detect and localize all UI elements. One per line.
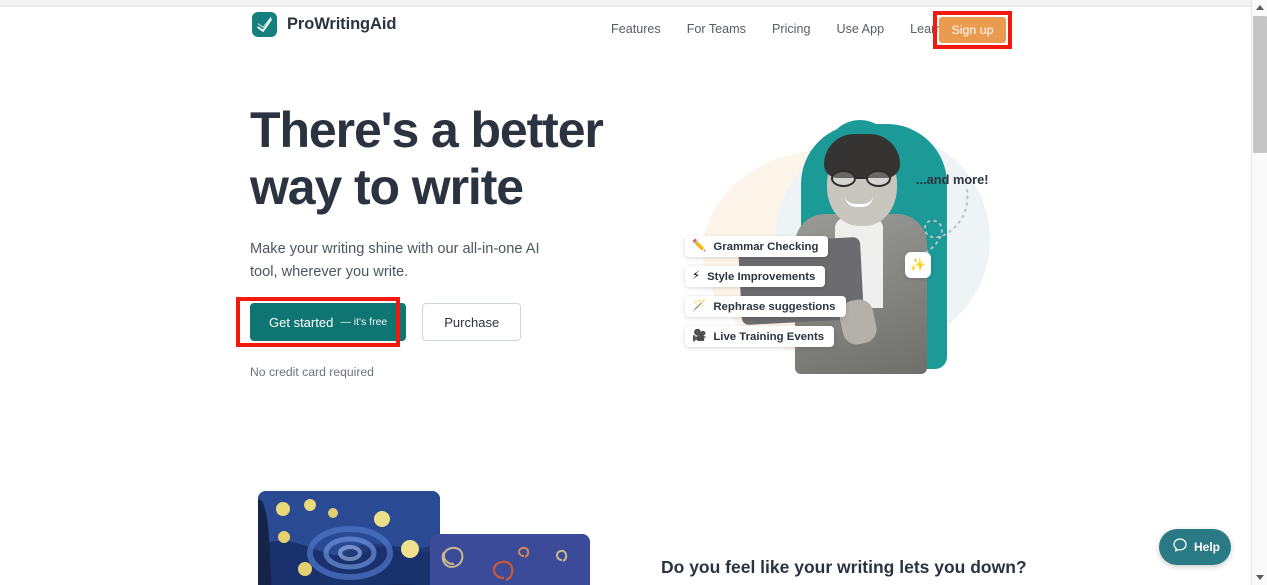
pencil-icon: ✏️ — [692, 239, 707, 252]
magic-wand-icon: 🪄 — [692, 299, 707, 312]
scrollbar-thumb[interactable] — [1253, 16, 1267, 153]
hero-illustration: ✏️ Grammar Checking ⚡ Style Improvements… — [655, 112, 1005, 377]
video-camera-icon: 🎥 — [692, 329, 707, 342]
nav-link-use-app[interactable]: Use App — [823, 17, 897, 42]
hero-copy: There's a better way to write Make your … — [250, 102, 610, 284]
page-title: There's a better way to write — [250, 102, 604, 215]
feature-pill-live-training-events: 🎥 Live Training Events — [685, 326, 835, 347]
starry-night-painting — [258, 491, 440, 585]
nav-link-features[interactable]: Features — [598, 17, 674, 42]
page-root: ProWritingAid Features For Teams Pricing… — [0, 0, 1267, 585]
feature-pill-label: Style Improvements — [707, 270, 816, 283]
feature-pill-grammar-checking: ✏️ Grammar Checking — [685, 236, 829, 257]
scroll-up-arrow-icon[interactable] — [1252, 0, 1267, 15]
help-widget-label: Help — [1194, 540, 1221, 554]
purchase-button[interactable]: Purchase — [422, 303, 522, 341]
page-viewport: ProWritingAid Features For Teams Pricing… — [0, 7, 1251, 585]
signup-button[interactable]: Sign up — [939, 17, 1006, 43]
feature-pill-label: Grammar Checking — [713, 240, 819, 253]
feature-pill-style-improvements: ⚡ Style Improvements — [685, 266, 826, 287]
brand-name: ProWritingAid — [287, 15, 397, 33]
section-heading: Do you feel like your writing lets you d… — [661, 557, 1027, 577]
help-widget-button[interactable]: Help — [1159, 529, 1231, 565]
feature-pill-label: Rephrase suggestions — [713, 300, 836, 313]
page-scrollbar[interactable] — [1251, 0, 1267, 585]
dotted-curly-arrow-icon — [917, 188, 977, 260]
get-started-label: Get started — [269, 314, 334, 330]
browser-chrome-strip — [0, 0, 1251, 7]
site-header: ProWritingAid Features For Teams Pricing… — [0, 7, 1251, 51]
lightning-bolt-icon: ⚡ — [692, 269, 701, 282]
feature-pill-label: Live Training Events — [713, 330, 825, 343]
brand-logo-link[interactable]: ProWritingAid — [252, 12, 396, 37]
glasses-left-lens — [831, 170, 856, 187]
no-credit-card-disclaimer: No credit card required — [250, 365, 374, 379]
glasses-icon — [829, 170, 895, 187]
glasses-right-lens — [866, 170, 891, 187]
glasses-bridge — [856, 177, 866, 179]
nav-link-pricing[interactable]: Pricing — [759, 17, 824, 42]
chat-bubble-icon — [1172, 537, 1188, 558]
blue-doodle-card — [430, 534, 590, 585]
signup-button-container: Sign up — [933, 11, 1012, 49]
get-started-free-tag: — it's free — [340, 316, 388, 328]
get-started-button[interactable]: Get started — it's free — [250, 303, 407, 341]
hero-subtitle: Make your writing shine with our all-in-… — [250, 241, 540, 280]
nav-link-for-teams[interactable]: For Teams — [674, 17, 759, 42]
prowritingaid-checkmark-logo-icon — [252, 12, 277, 37]
hero-cta-row: Get started — it's free Purchase — [250, 303, 522, 341]
and-more-annotation: ...and more! — [916, 172, 989, 187]
scroll-down-arrow-icon[interactable] — [1252, 570, 1267, 585]
feature-pill-rephrase-suggestions: 🪄 Rephrase suggestions — [685, 296, 846, 317]
